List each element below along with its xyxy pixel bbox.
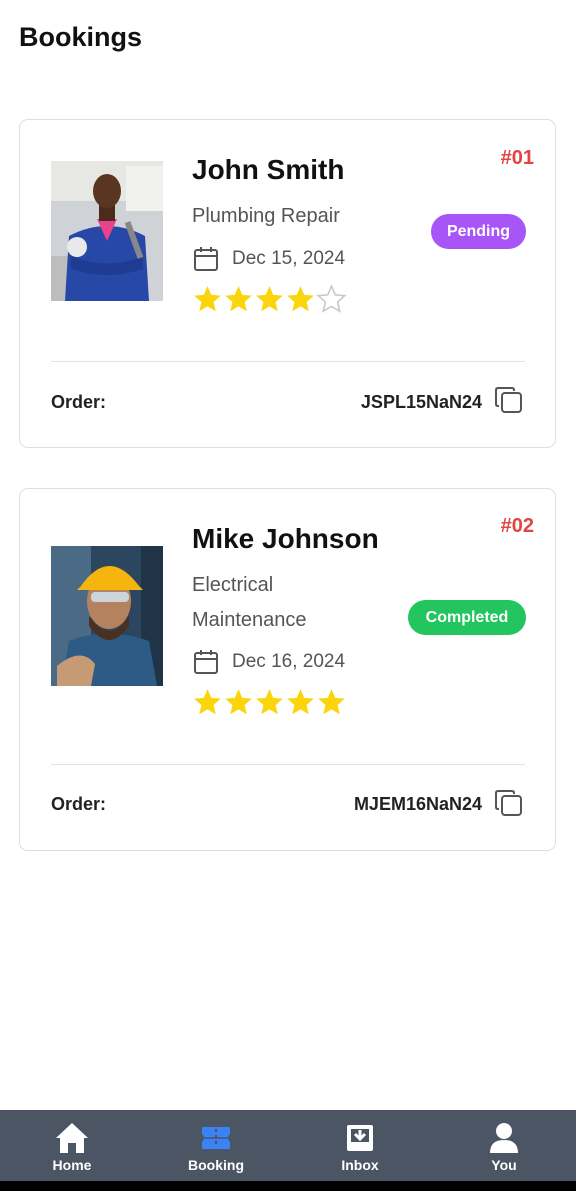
star-filled-icon xyxy=(256,286,283,312)
booking-card[interactable]: John Smith #01 Plumbing Repair Pending D… xyxy=(19,119,556,448)
star-filled-icon xyxy=(194,689,221,715)
order-code: JSPL15NaN24 xyxy=(360,392,482,412)
nav-item-home[interactable]: Home xyxy=(0,1110,144,1181)
provider-name: John Smith xyxy=(192,154,345,185)
order-label: Order: xyxy=(51,392,107,412)
service-name-line1: Electrical xyxy=(192,574,274,596)
star-filled-icon xyxy=(287,286,314,312)
provider-photo xyxy=(51,546,163,686)
nav-label: Inbox xyxy=(341,1157,379,1173)
inbox-icon xyxy=(347,1125,373,1151)
nav-item-you[interactable]: You xyxy=(432,1110,576,1181)
order-code: MJEM16NaN24 xyxy=(353,794,482,814)
nav-label: Home xyxy=(52,1157,92,1173)
calendar-icon xyxy=(194,247,218,271)
bottom-nav: Home Booking Inbox You xyxy=(0,1110,576,1181)
calendar-icon xyxy=(194,650,218,674)
service-name: Plumbing Repair xyxy=(192,205,340,227)
star-filled-icon xyxy=(287,689,314,715)
provider-name: Mike Johnson xyxy=(192,523,379,554)
order-label: Order: xyxy=(51,794,107,814)
star-empty-icon xyxy=(316,284,347,313)
copy-icon[interactable] xyxy=(493,787,525,819)
booking-number: #02 xyxy=(500,515,534,537)
provider-photo xyxy=(51,161,163,301)
service-name-line2: Maintenance xyxy=(192,609,307,631)
booking-date: Dec 16, 2024 xyxy=(232,651,346,672)
star-filled-icon xyxy=(256,689,283,715)
divider xyxy=(51,764,525,765)
nav-label: Booking xyxy=(188,1157,244,1173)
booking-number: #01 xyxy=(500,147,534,169)
nav-item-inbox[interactable]: Inbox xyxy=(288,1110,432,1181)
status-badge: Completed xyxy=(408,600,526,635)
booking-card[interactable]: Mike Johnson #02 Electrical Maintenance … xyxy=(19,488,556,851)
system-bar xyxy=(0,1181,576,1191)
star-filled-icon xyxy=(225,689,252,715)
booking-date: Dec 15, 2024 xyxy=(232,248,346,269)
copy-icon[interactable] xyxy=(493,384,525,416)
user-icon xyxy=(490,1123,518,1153)
divider xyxy=(51,361,525,362)
rating-stars xyxy=(192,687,347,717)
nav-item-booking[interactable]: Booking xyxy=(144,1110,288,1181)
home-icon xyxy=(56,1123,88,1153)
status-badge: Pending xyxy=(431,214,526,249)
date-row: Dec 16, 2024 xyxy=(192,648,345,676)
star-filled-icon xyxy=(225,286,252,312)
nav-label: You xyxy=(491,1157,517,1173)
star-filled-icon xyxy=(194,286,221,312)
date-row: Dec 15, 2024 xyxy=(192,245,345,273)
page-title: Bookings xyxy=(19,22,143,52)
star-filled-icon xyxy=(318,689,345,715)
ticket-icon xyxy=(202,1127,230,1149)
rating-stars xyxy=(192,284,347,314)
